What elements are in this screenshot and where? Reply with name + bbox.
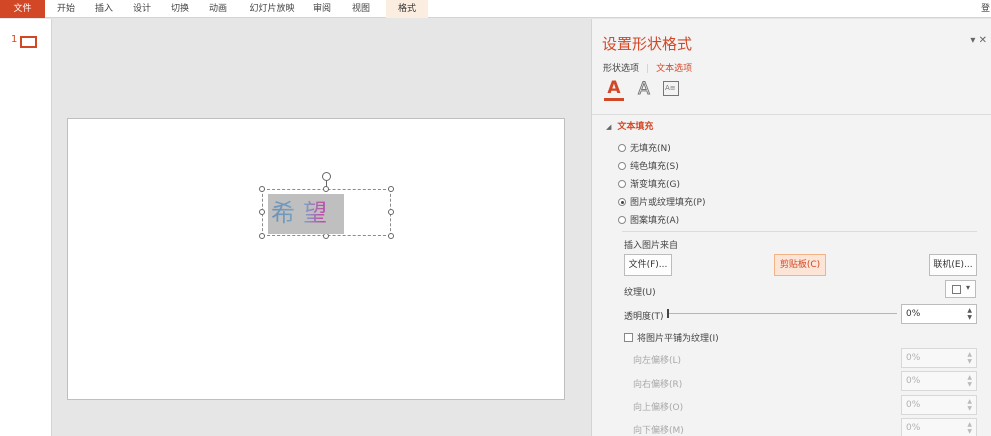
shape-text[interactable]: 希望 xyxy=(271,196,335,230)
checkbox-box xyxy=(624,333,633,342)
tab-transitions[interactable]: 切换 xyxy=(166,0,194,18)
offset-bottom-label: 向下偏移(M) xyxy=(633,426,684,436)
offset-left-label: 向左偏移(L) xyxy=(633,356,682,366)
spin-arrows-icon[interactable]: ▲ ▼ xyxy=(967,421,972,435)
format-shape-pane: 设置形状格式 ▾ ✕ 形状选项 | 文本选项 A A A≡ ◢ 文本填充 无填充(N)… xyxy=(591,19,991,436)
tab-separator: | xyxy=(646,64,650,74)
slide-number: 1 xyxy=(11,34,18,45)
tab-shape-options[interactable]: 形状选项 xyxy=(603,64,639,74)
ribbon-tab-bar: 文件 开始 插入 设计 切换 动画 幻灯片放映 审阅 视图 格式 登 xyxy=(0,0,991,18)
textbox-icon[interactable]: A≡ xyxy=(663,81,679,96)
spin-arrows-icon[interactable]: ▲ ▼ xyxy=(967,351,972,365)
divider xyxy=(622,231,977,232)
radio-dot xyxy=(618,216,626,224)
offset-bottom-input[interactable]: 0% ▲ ▼ xyxy=(901,418,977,436)
offset-left-value: 0% xyxy=(906,353,921,363)
tab-slideshow[interactable]: 幻灯片放映 xyxy=(243,0,301,18)
offset-right-input[interactable]: 0% ▲ ▼ xyxy=(901,371,977,391)
offset-bottom-value: 0% xyxy=(906,423,921,433)
radio-dot xyxy=(618,180,626,188)
radio-dot xyxy=(618,144,626,152)
spin-arrows-icon[interactable]: ▲ ▼ xyxy=(967,374,972,388)
transparency-slider[interactable] xyxy=(667,309,897,318)
spin-arrows-icon[interactable]: ▲ ▼ xyxy=(967,398,972,412)
tab-text-options[interactable]: 文本选项 xyxy=(656,64,692,74)
resize-handle-e[interactable] xyxy=(388,209,394,215)
slider-knob[interactable] xyxy=(667,309,669,318)
slide[interactable]: 希望 xyxy=(67,118,565,400)
resize-handle-n[interactable] xyxy=(323,186,329,192)
radio-solid-fill-label: 纯色填充(S) xyxy=(630,162,679,172)
tab-review[interactable]: 审阅 xyxy=(308,0,336,18)
tile-picture-label: 将图片平铺为纹理(I) xyxy=(637,334,719,344)
tab-design[interactable]: 设计 xyxy=(128,0,156,18)
offset-left-input[interactable]: 0% ▲ ▼ xyxy=(901,348,977,368)
pane-close-controls[interactable]: ▾ ✕ xyxy=(970,35,987,46)
clipboard-button[interactable]: 剪贴板(C) xyxy=(774,254,826,276)
transparency-input[interactable]: 0% ▲ ▼ xyxy=(901,304,977,324)
radio-picture-fill-label: 图片或纹理填充(P) xyxy=(630,198,706,208)
texture-label: 纹理(U) xyxy=(624,288,656,298)
radio-pattern-fill[interactable]: 图案填充(A) xyxy=(618,213,679,226)
section-text-fill-label: 文本填充 xyxy=(617,122,654,132)
texture-dropdown[interactable]: ▾ xyxy=(945,280,976,298)
spin-arrows-icon[interactable]: ▲ ▼ xyxy=(967,307,972,321)
transparency-value: 0% xyxy=(906,309,921,319)
selected-text-shape[interactable]: 希望 xyxy=(259,172,394,239)
slide-thumbnail-pane: 1 xyxy=(0,19,52,436)
tile-picture-checkbox[interactable]: 将图片平铺为纹理(I) xyxy=(624,331,719,344)
resize-handle-se[interactable] xyxy=(388,233,394,239)
resize-handle-nw[interactable] xyxy=(259,186,265,192)
text-fill-icon[interactable]: A xyxy=(604,79,624,101)
collapse-arrow-icon: ◢ xyxy=(606,123,612,131)
resize-handle-sw[interactable] xyxy=(259,233,265,239)
slide-canvas: 希望 xyxy=(53,19,590,436)
tab-file[interactable]: 文件 xyxy=(0,0,45,18)
chevron-down-icon: ▾ xyxy=(966,283,971,292)
texture-preview-icon xyxy=(952,285,961,294)
radio-no-fill[interactable]: 无填充(N) xyxy=(618,141,671,154)
offset-top-label: 向上偏移(O) xyxy=(633,403,684,413)
text-outline-icon[interactable]: A xyxy=(635,79,653,100)
offset-right-value: 0% xyxy=(906,376,921,386)
insert-from-label: 插入图片来自 xyxy=(624,241,679,251)
radio-pattern-fill-label: 图案填充(A) xyxy=(630,216,680,226)
resize-handle-ne[interactable] xyxy=(388,186,394,192)
resize-handle-w[interactable] xyxy=(259,209,265,215)
rotation-handle[interactable] xyxy=(322,172,331,181)
radio-no-fill-label: 无填充(N) xyxy=(630,144,671,154)
radio-gradient-fill[interactable]: 渐变填充(G) xyxy=(618,177,680,190)
tab-insert[interactable]: 插入 xyxy=(90,0,118,18)
slide-thumbnail[interactable] xyxy=(20,36,37,48)
offset-top-value: 0% xyxy=(906,400,921,410)
tab-view[interactable]: 视图 xyxy=(347,0,375,18)
radio-dot xyxy=(618,162,626,170)
radio-dot-selected xyxy=(618,198,626,206)
tab-format[interactable]: 格式 xyxy=(386,0,428,18)
file-button[interactable]: 文件(F)... xyxy=(624,254,672,276)
sign-in-link[interactable]: 登 xyxy=(981,0,991,18)
offset-right-label: 向右偏移(R) xyxy=(633,380,683,390)
section-text-fill[interactable]: ◢ 文本填充 xyxy=(606,119,653,132)
tab-home[interactable]: 开始 xyxy=(52,0,80,18)
pane-title: 设置形状格式 xyxy=(602,35,693,53)
offset-top-input[interactable]: 0% ▲ ▼ xyxy=(901,395,977,415)
online-button[interactable]: 联机(E)... xyxy=(929,254,977,276)
transparency-label: 透明度(T) xyxy=(624,312,664,322)
radio-solid-fill[interactable]: 纯色填充(S) xyxy=(618,159,679,172)
radio-gradient-fill-label: 渐变填充(G) xyxy=(630,180,680,190)
tab-animations[interactable]: 动画 xyxy=(204,0,232,18)
divider xyxy=(592,114,991,115)
radio-picture-fill[interactable]: 图片或纹理填充(P) xyxy=(618,195,705,208)
